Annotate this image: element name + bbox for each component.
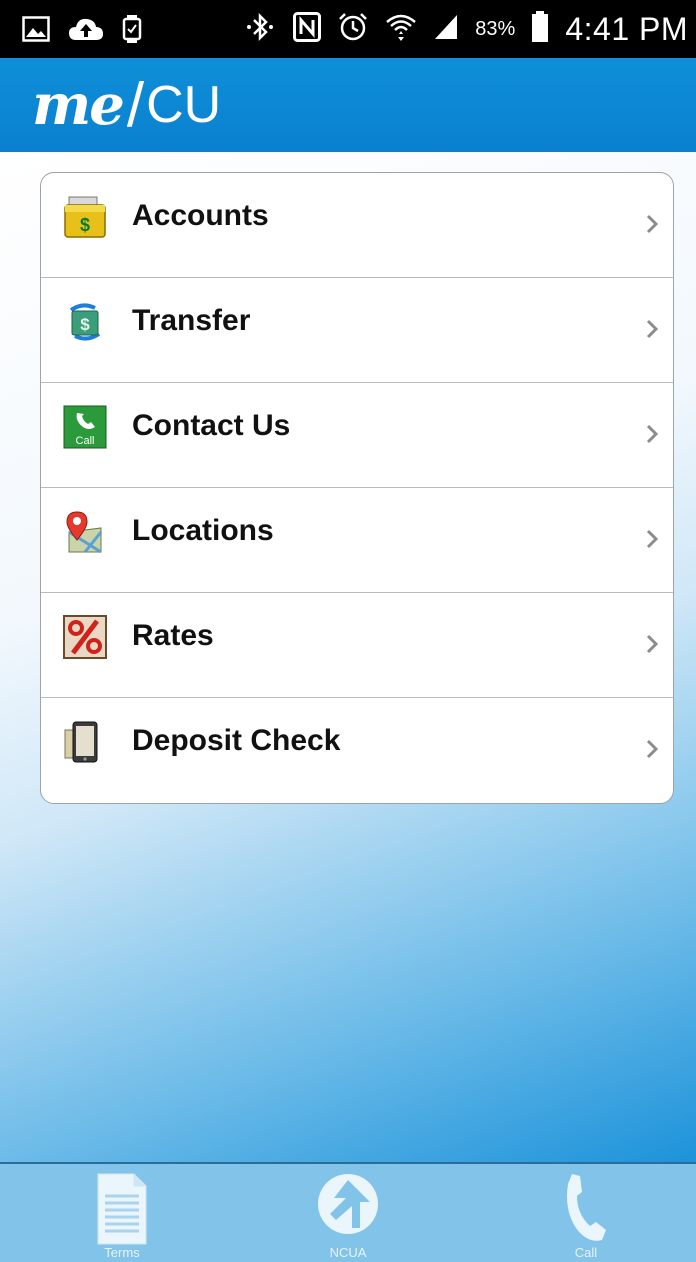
transfer-icon: $ [63, 300, 107, 344]
svg-text:$: $ [80, 215, 90, 235]
tab-label: Call [574, 1245, 598, 1260]
mecu-logo: me / CU [32, 70, 221, 140]
map-pin-icon [63, 510, 107, 554]
chevron-right-icon [645, 318, 659, 340]
bluetooth-icon [243, 10, 277, 49]
menu-item-label: Locations [132, 514, 274, 547]
menu-item-contact-us[interactable]: Call Contact Us [41, 383, 673, 488]
wifi-icon [385, 12, 417, 47]
menu-item-label: Accounts [132, 199, 269, 232]
cloud-upload-icon [68, 16, 104, 47]
main-content: $ Accounts $ Transfer Call Contact Us Lo… [0, 152, 696, 1162]
chevron-right-icon [645, 213, 659, 235]
tab-label: Terms [104, 1245, 140, 1260]
status-bar: 83% 4:41 PM [0, 0, 696, 58]
menu-item-label: Contact Us [132, 409, 291, 442]
menu-item-locations[interactable]: Locations [41, 488, 673, 593]
logo-slash: / [126, 70, 145, 140]
chevron-right-icon [645, 738, 659, 760]
logo-cu: CU [146, 76, 222, 134]
image-icon [22, 16, 50, 47]
accounts-dollar-icon: $ [63, 195, 107, 239]
call-icon: Call [63, 405, 107, 449]
tab-terms[interactable]: Terms [62, 1164, 182, 1262]
ncua-logo-icon [318, 1174, 378, 1234]
chevron-right-icon [645, 528, 659, 550]
phone-check-icon [63, 720, 107, 764]
logo-me: me [32, 72, 125, 138]
svg-text:$: $ [80, 315, 90, 334]
watch-icon [122, 14, 142, 49]
phone-icon [567, 1174, 606, 1241]
nfc-icon [293, 12, 322, 47]
tab-call[interactable]: Call [526, 1164, 646, 1262]
chevron-right-icon [645, 633, 659, 655]
menu-item-label: Deposit Check [132, 724, 341, 757]
menu-item-label: Transfer [132, 304, 251, 337]
tab-label: NCUA [329, 1245, 367, 1260]
menu-item-accounts[interactable]: $ Accounts [41, 173, 673, 278]
app-header: me / CU [0, 58, 696, 154]
battery-icon [531, 11, 549, 48]
alarm-icon [337, 11, 369, 48]
menu-item-transfer[interactable]: $ Transfer [41, 278, 673, 383]
menu-item-deposit-check[interactable]: Deposit Check [41, 698, 673, 803]
bottom-tab-bar: Terms NCUA Call [0, 1162, 696, 1262]
percent-icon [63, 615, 107, 659]
menu-item-label: Rates [132, 619, 214, 652]
main-menu: $ Accounts $ Transfer Call Contact Us Lo… [40, 172, 674, 804]
menu-item-rates[interactable]: Rates [41, 593, 673, 698]
svg-text:Call: Call [76, 435, 95, 447]
chevron-right-icon [645, 423, 659, 445]
battery-percent: 83% [475, 18, 516, 40]
document-icon [97, 1173, 147, 1245]
signal-icon [433, 13, 459, 46]
tab-ncua[interactable]: NCUA [288, 1164, 408, 1262]
clock: 4:41 PM [565, 11, 688, 47]
